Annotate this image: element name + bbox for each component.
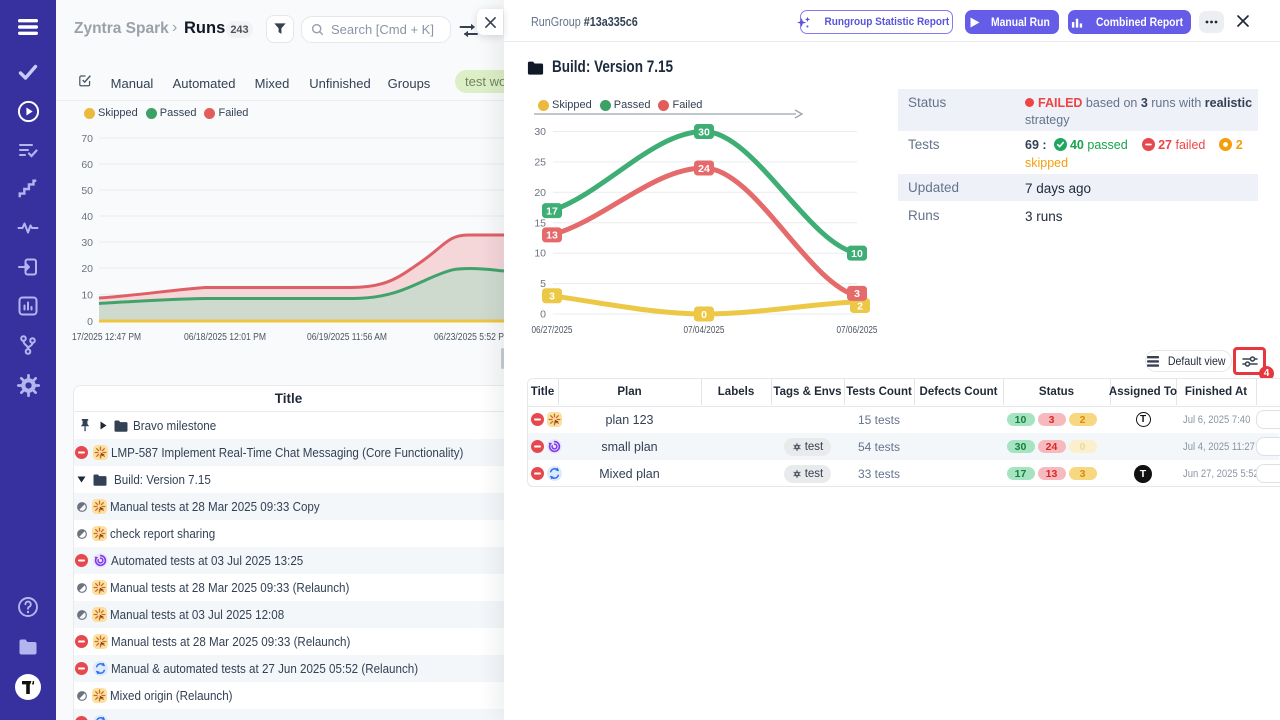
svg-text:17/2025 12:47 PM: 17/2025 12:47 PM (72, 332, 141, 343)
svg-text:06/18/2025 12:01 PM: 06/18/2025 12:01 PM (184, 332, 266, 343)
svg-text:30: 30 (81, 237, 93, 249)
svg-text:3: 3 (854, 288, 860, 300)
svg-text:15: 15 (534, 217, 546, 229)
svg-text:10: 10 (851, 248, 863, 260)
svg-text:0: 0 (540, 309, 546, 321)
svg-text:0: 0 (701, 309, 707, 321)
svg-text:2: 2 (857, 300, 863, 312)
svg-text:10: 10 (81, 290, 93, 302)
svg-text:17: 17 (546, 205, 558, 217)
svg-text:50: 50 (81, 185, 93, 197)
svg-text:07/04/2025: 07/04/2025 (684, 325, 725, 336)
svg-text:70: 70 (81, 133, 93, 145)
svg-text:10: 10 (534, 248, 546, 260)
svg-text:40: 40 (81, 211, 93, 223)
svg-text:20: 20 (81, 263, 93, 275)
svg-text:24: 24 (698, 163, 710, 175)
svg-text:25: 25 (534, 156, 546, 168)
svg-text:06/23/2025 5:52 P: 06/23/2025 5:52 P (434, 332, 504, 343)
svg-text:60: 60 (81, 159, 93, 171)
svg-text:30: 30 (534, 126, 546, 138)
svg-text:3: 3 (549, 291, 555, 303)
svg-text:06/27/2025: 06/27/2025 (532, 325, 573, 336)
svg-text:13: 13 (546, 230, 558, 242)
svg-text:06/19/2025 11:56 AM: 06/19/2025 11:56 AM (307, 332, 387, 343)
svg-text:20: 20 (534, 187, 546, 199)
svg-text:0: 0 (87, 316, 93, 328)
svg-text:07/06/2025: 07/06/2025 (837, 325, 878, 336)
svg-text:30: 30 (698, 126, 710, 138)
